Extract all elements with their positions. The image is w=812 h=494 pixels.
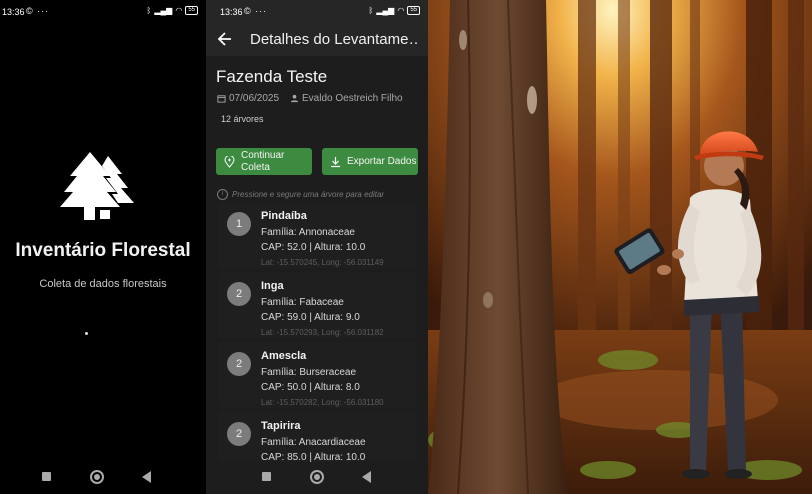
status-bar: 13:36 © ··· ᛒ ▂▄▆ ◠ 55	[206, 0, 428, 24]
hint-text: Pressione e segure uma árvore para edita…	[232, 190, 385, 199]
signal-icon: ▂▄▆	[154, 6, 173, 15]
tree-card[interactable]: 1 Pindaíba Família: Annonaceae CAP: 52.0…	[218, 202, 416, 268]
tree-family: Família: Burseraceae	[261, 367, 357, 378]
wifi-icon: ◠	[397, 6, 405, 15]
tree-name: Pindaíba	[261, 210, 307, 222]
system-nav-bar	[0, 462, 206, 494]
export-data-label: Exportar Dados	[347, 155, 417, 167]
bluetooth-icon: ᛒ	[368, 6, 374, 15]
app-bar: Detalhes do Levantame…	[206, 24, 428, 56]
calendar-icon	[217, 95, 226, 103]
tree-measures: CAP: 59.0 | Altura: 9.0	[261, 312, 360, 323]
add-location-icon	[224, 155, 235, 168]
tree-logo-icon	[60, 152, 134, 220]
tree-measures: CAP: 50.0 | Altura: 8.0	[261, 382, 360, 393]
notification-icons: © ···	[26, 6, 50, 16]
app-subtitle: Coleta de dados florestais	[39, 278, 167, 290]
tree-number: 1	[227, 212, 251, 236]
tree-name: Amescla	[261, 350, 307, 362]
info-icon: i	[217, 189, 228, 200]
home-button[interactable]	[90, 470, 104, 484]
home-button[interactable]	[310, 470, 324, 484]
tree-number: 2	[227, 422, 251, 446]
tree-card[interactable]: 2 Inga Família: Fabaceae CAP: 59.0 | Alt…	[218, 272, 416, 338]
tree-coordinates: Lat: -15.570282, Long: -56.031180	[261, 398, 384, 407]
system-icons: ᛒ ▂▄▆ ◠ 55	[369, 6, 420, 15]
loading-indicator	[85, 332, 88, 335]
signal-icon: ▂▄▆	[376, 6, 395, 15]
continue-collection-button[interactable]: Continuar Coleta	[216, 148, 312, 175]
tree-family: Família: Fabaceae	[261, 297, 344, 308]
system-nav-bar	[206, 462, 428, 494]
continue-collection-label: Continuar Coleta	[241, 149, 285, 173]
tree-card[interactable]: 2 Amescla Família: Burseraceae CAP: 50.0…	[218, 342, 416, 408]
back-arrow-icon[interactable]	[216, 30, 234, 48]
status-time: 13:36	[2, 7, 25, 17]
recents-button[interactable]	[262, 472, 271, 481]
battery-icon: 55	[185, 6, 198, 15]
survey-name: Fazenda Teste	[216, 67, 328, 86]
tree-family: Família: Annonaceae	[261, 227, 355, 238]
status-time: 13:36	[220, 7, 243, 17]
back-button[interactable]	[142, 471, 151, 483]
splash-screen: 13:36 © ··· ᛒ ▂▄▆ ◠ 55 Inventário Flores…	[0, 0, 206, 494]
forest-photo	[428, 0, 812, 494]
tree-coordinates: Lat: -15.570293, Long: -56.031182	[261, 328, 384, 337]
system-icons: ᛒ ▂▄▆ ◠ 55	[147, 6, 198, 15]
author-text: Evaldo Oestreich Filho	[302, 93, 403, 104]
recents-button[interactable]	[42, 472, 51, 481]
tree-number: 2	[227, 282, 251, 306]
wifi-icon: ◠	[175, 6, 183, 15]
back-button[interactable]	[362, 471, 371, 483]
tree-number: 2	[227, 352, 251, 376]
date-text: 07/06/2025	[229, 93, 280, 104]
person-icon	[290, 94, 299, 103]
survey-date: 07/06/2025	[217, 93, 279, 104]
survey-author: Evaldo Oestreich Filho	[290, 93, 403, 104]
edit-hint: i Pressione e segure uma árvore para edi…	[217, 189, 384, 200]
download-icon	[331, 156, 340, 167]
tree-name: Tapirira	[261, 420, 301, 432]
forest-engineer-illustration	[428, 0, 812, 494]
app-title: Inventário Florestal	[15, 240, 191, 261]
survey-details-screen: 13:36 © ··· ᛒ ▂▄▆ ◠ 55 Detalhes do Levan…	[206, 0, 428, 494]
tree-family: Família: Anacardiaceae	[261, 437, 366, 448]
status-bar: 13:36 © ··· ᛒ ▂▄▆ ◠ 55	[0, 0, 206, 24]
export-data-button[interactable]: Exportar Dados	[322, 148, 418, 175]
appbar-title: Detalhes do Levantame…	[250, 31, 420, 48]
tree-count-chip: 12 árvores	[221, 114, 264, 124]
notification-icons: © ···	[244, 6, 268, 16]
bluetooth-icon: ᛒ	[146, 6, 152, 15]
tree-coordinates: Lat: -15.570245, Long: -56.031149	[261, 258, 384, 267]
tree-measures: CAP: 52.0 | Altura: 10.0	[261, 242, 366, 253]
battery-icon: 55	[407, 6, 420, 15]
tree-name: Inga	[261, 280, 284, 292]
